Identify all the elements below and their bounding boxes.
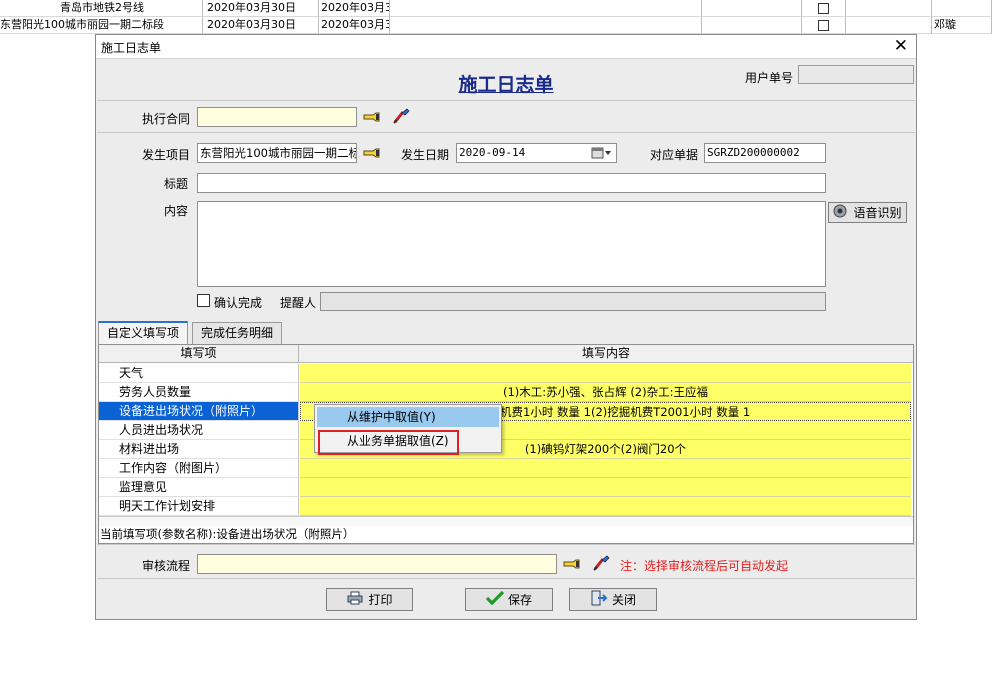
clear-brush-icon[interactable] — [392, 107, 412, 125]
empty-cell — [390, 17, 702, 34]
date-value: 2020-09-14 — [459, 146, 526, 159]
row-value-cell[interactable] — [300, 364, 911, 383]
contract-label: 执行合同 — [142, 112, 191, 126]
row-value-cell[interactable]: (1)木工:苏小强、张占辉 (2)杂工:王应福 — [300, 383, 911, 402]
close-label: 关闭 — [611, 593, 636, 607]
remind-field[interactable] — [320, 292, 826, 311]
row-name-cell: 材料进出场 — [99, 440, 299, 459]
voice-recognition-button[interactable]: 语音识别 — [828, 202, 907, 223]
clear-brush-icon[interactable] — [592, 554, 612, 572]
close-icon[interactable]: ✕ — [894, 36, 908, 56]
approval-note: 注：选择审核流程后可自动发起 — [620, 559, 789, 573]
column-header-name[interactable]: 填写项 — [99, 345, 299, 363]
project-field[interactable]: 东营阳光100城市丽园一期二标 — [197, 143, 357, 163]
table-row[interactable]: 材料进出场 (1)碘钨灯架200个(2)阀门20个 — [99, 440, 913, 459]
list-row[interactable]: 青岛市地铁2号线 2020年03月30日 2020年03月3 — [0, 0, 992, 17]
date-picker[interactable]: 2020-09-14 — [456, 143, 617, 163]
confirm-checkbox[interactable] — [197, 294, 210, 307]
doc-field[interactable]: SGRZD200000002 — [704, 143, 826, 163]
voice-button-label: 语音识别 — [853, 206, 902, 220]
date-cell: 2020年03月3 — [319, 17, 390, 34]
dialog-title: 施工日志单 — [101, 41, 162, 55]
microphone-icon — [833, 204, 849, 221]
save-label: 保存 — [507, 593, 532, 607]
person-cell — [932, 0, 992, 17]
empty-cell — [390, 0, 702, 17]
date-cell: 2020年03月3 — [319, 0, 390, 17]
exit-door-icon — [590, 590, 608, 609]
table-row[interactable]: 天气 — [99, 364, 913, 383]
contract-field[interactable] — [197, 107, 357, 127]
row-name-cell: 劳务人员数量 — [99, 383, 299, 402]
date-cell: 2020年03月30日 — [203, 17, 319, 34]
row-name-cell: 设备进出场状况（附照片） — [99, 402, 299, 421]
row-value-cell[interactable] — [300, 497, 911, 516]
dialog-titlebar[interactable]: 施工日志单 ✕ — [96, 35, 916, 59]
pick-hand-icon[interactable] — [562, 555, 582, 573]
date-label: 发生日期 — [401, 148, 450, 162]
table-row-selected[interactable]: 设备进出场状况（附照片） (1)挖掘机费1小时 数量 1(2)挖掘机费T2001… — [99, 402, 913, 421]
grid-scroll-area[interactable] — [99, 516, 913, 526]
row-name-cell: 工作内容（附图片） — [99, 459, 299, 478]
current-field-status: 当前填写项(参数名称):设备进出场状况（附照片） — [100, 527, 355, 541]
checkmark-icon — [485, 590, 505, 609]
empty-cell — [846, 17, 932, 34]
row-checkbox[interactable] — [818, 19, 829, 31]
user-no-field[interactable] — [798, 65, 914, 84]
project-label: 发生项目 — [142, 148, 191, 162]
row-name-cell: 明天工作计划安排 — [99, 497, 299, 516]
date-cell: 2020年03月30日 — [203, 0, 319, 17]
empty-cell — [846, 0, 932, 17]
checkbox-cell[interactable] — [802, 0, 846, 17]
list-row[interactable]: 东营阳光100城市丽园一期二标段 2020年03月30日 2020年03月3 邓… — [0, 17, 992, 34]
calendar-dropdown-icon[interactable] — [591, 145, 613, 162]
approval-field[interactable] — [197, 554, 557, 574]
title-field[interactable] — [197, 173, 826, 193]
row-value-cell[interactable] — [300, 459, 911, 478]
doc-label: 对应单据 — [650, 148, 699, 162]
project-cell: 青岛市地铁2号线 — [0, 0, 203, 17]
tab-completed-tasks[interactable]: 完成任务明细 — [192, 322, 283, 344]
printer-icon — [346, 591, 364, 608]
approval-label: 审核流程 — [142, 559, 191, 573]
checkbox-cell[interactable] — [802, 17, 846, 34]
highlight-box — [318, 430, 459, 455]
close-button[interactable]: 关闭 — [569, 588, 657, 611]
empty-cell — [702, 0, 802, 17]
pick-hand-icon[interactable] — [362, 144, 382, 162]
person-cell: 邓璇 — [932, 17, 992, 34]
remind-label: 提醒人 — [280, 296, 317, 310]
print-label: 打印 — [368, 593, 393, 607]
content-label: 内容 — [164, 204, 189, 218]
row-name-cell: 监理意见 — [99, 478, 299, 497]
table-row[interactable]: 明天工作计划安排 — [99, 497, 913, 516]
confirm-label: 确认完成 — [214, 296, 263, 310]
table-row[interactable]: 劳务人员数量 (1)木工:苏小强、张占辉 (2)杂工:王应福 — [99, 383, 913, 402]
save-button[interactable]: 保存 — [465, 588, 553, 611]
table-row[interactable]: 监理意见 — [99, 478, 913, 497]
row-name-cell: 天气 — [99, 364, 299, 383]
table-row[interactable]: 工作内容（附图片） — [99, 459, 913, 478]
user-no-label: 用户单号 — [745, 71, 794, 85]
menu-item-from-maintenance[interactable]: 从维护中取值(Y) — [317, 407, 499, 427]
content-textarea[interactable] — [197, 201, 826, 287]
column-header-value[interactable]: 填写内容 — [299, 345, 913, 363]
row-value-cell[interactable] — [300, 478, 911, 497]
pick-hand-icon[interactable] — [362, 108, 382, 126]
print-button[interactable]: 打印 — [326, 588, 413, 611]
empty-cell — [702, 17, 802, 34]
construction-log-dialog: 施工日志单 ✕ 施工日志单 用户单号 执行合同 发生项目 东营阳光100城市丽园… — [95, 34, 917, 620]
custom-fields-grid: 填写项 填写内容 天气 劳务人员数量 (1)木工:苏小强、张占辉 (2)杂工:王… — [98, 344, 914, 544]
form-header: 施工日志单 用户单号 — [97, 60, 915, 101]
project-cell: 东营阳光100城市丽园一期二标段 — [0, 17, 203, 34]
tab-custom-fields[interactable]: 自定义填写项 — [98, 321, 189, 344]
row-checkbox[interactable] — [818, 2, 829, 14]
table-row[interactable]: 人员进出场状况 — [99, 421, 913, 440]
row-name-cell: 人员进出场状况 — [99, 421, 299, 440]
title-label: 标题 — [164, 177, 189, 191]
